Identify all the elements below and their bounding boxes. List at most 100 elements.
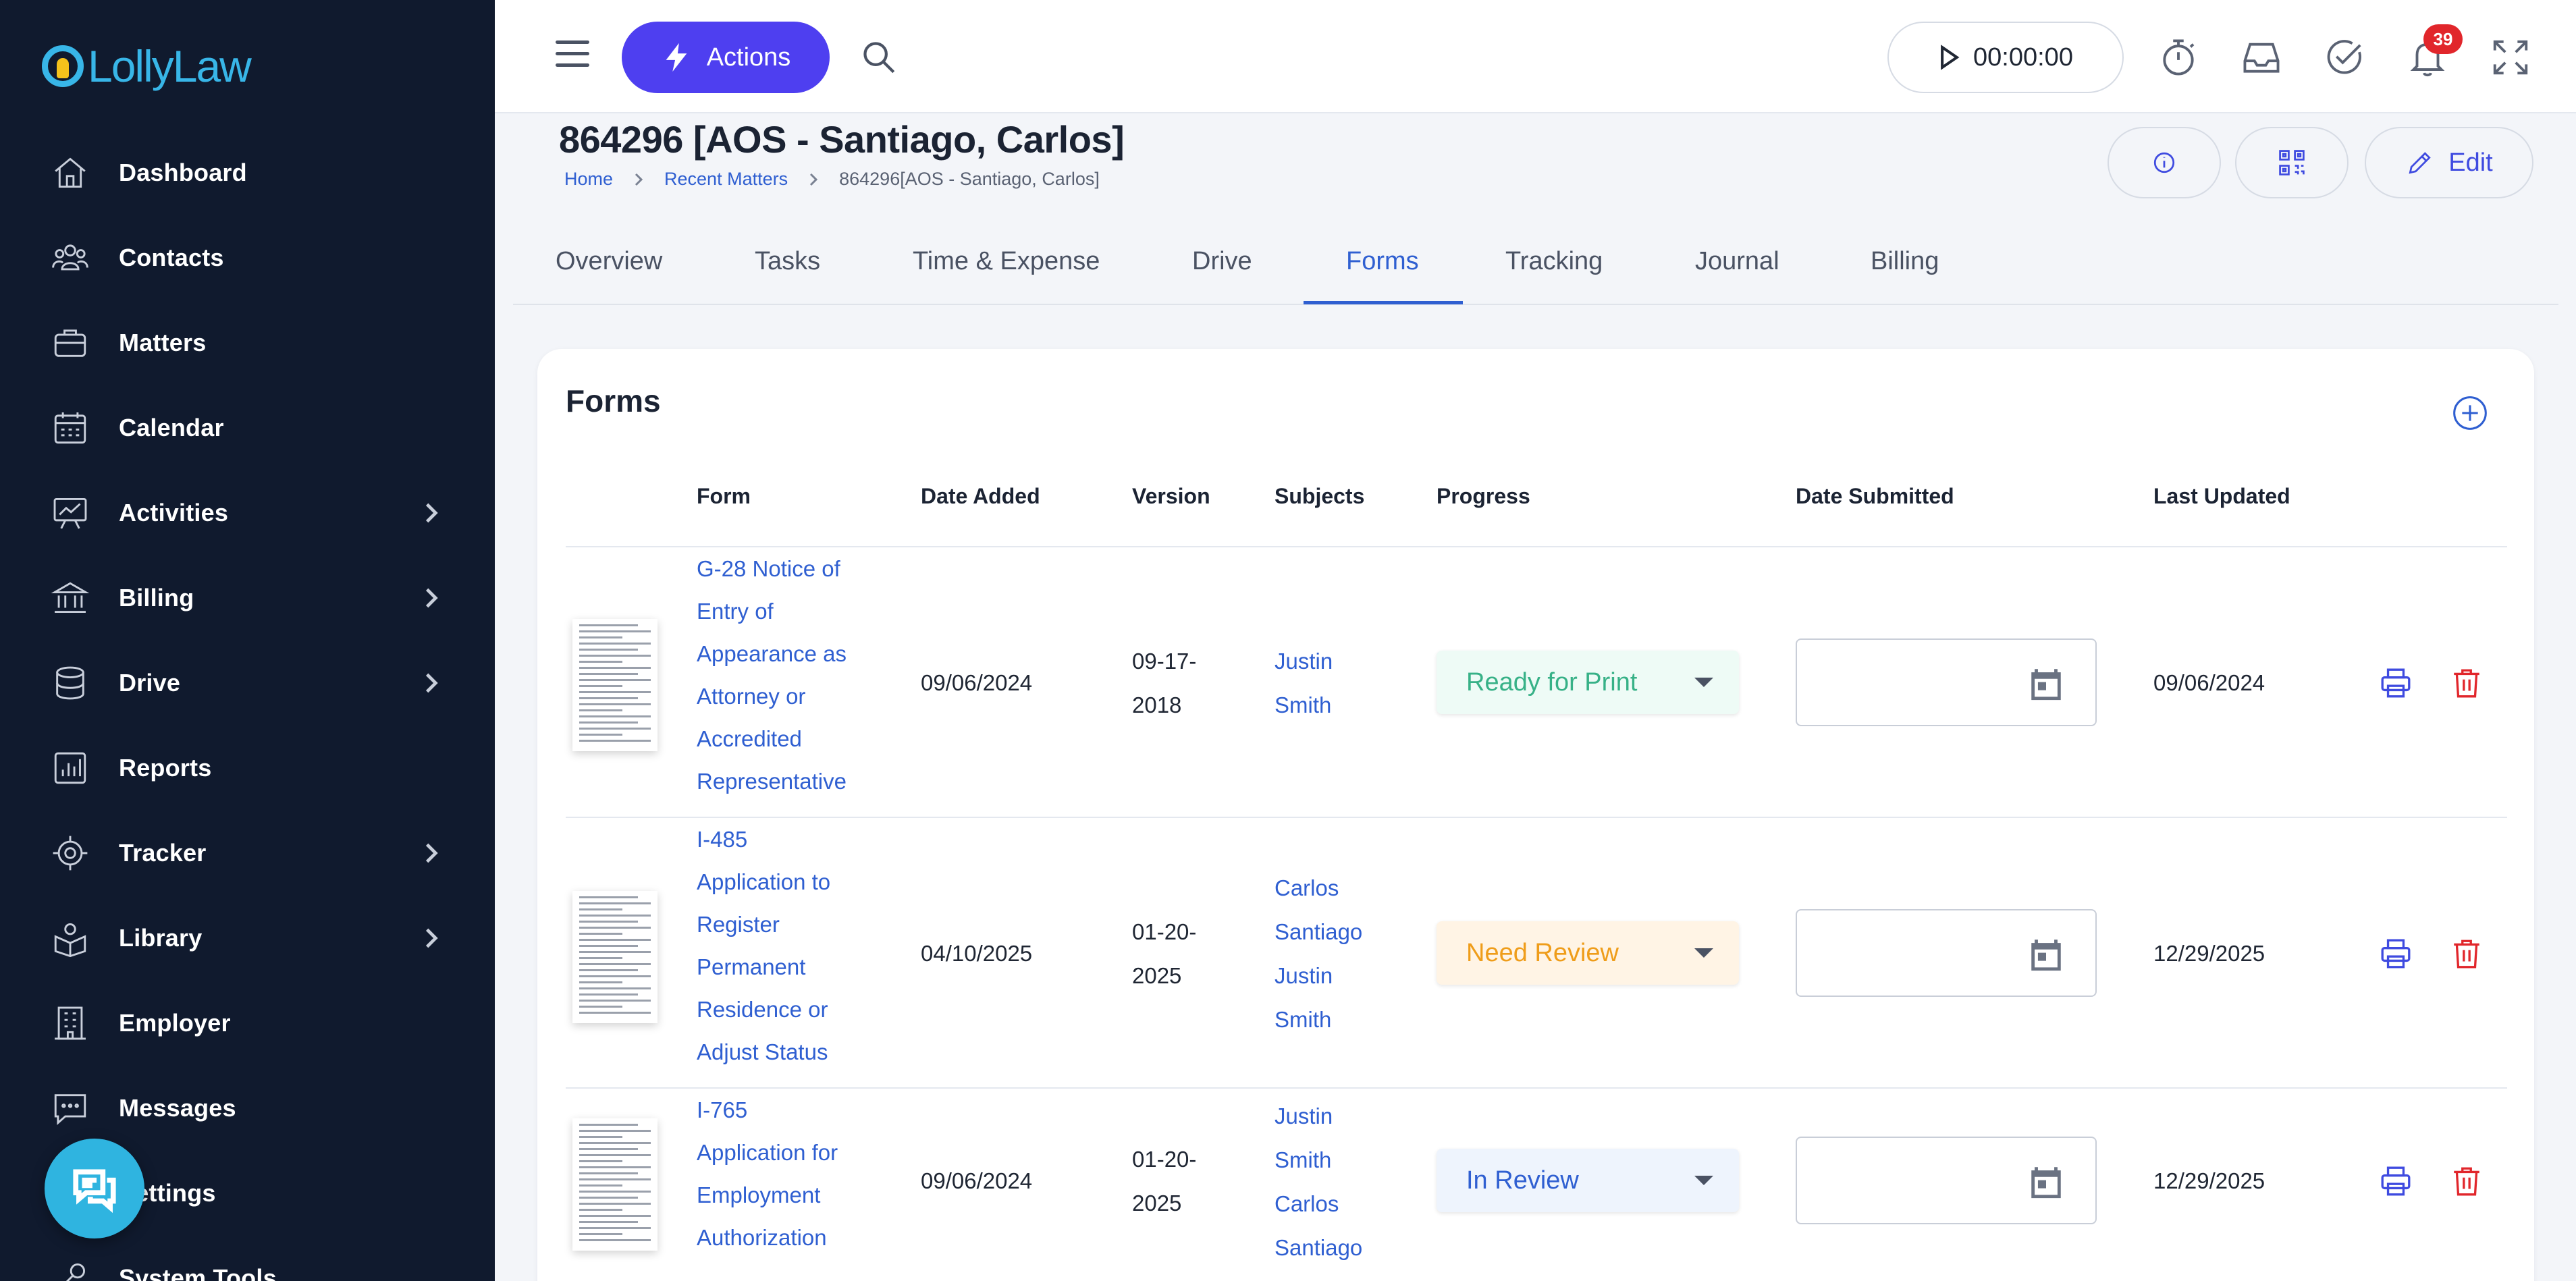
progress-select[interactable]: Need Review <box>1437 921 1739 985</box>
trash-icon[interactable] <box>2450 937 2484 971</box>
form-name-line: I-765 <box>697 1097 748 1122</box>
chevron-right-icon <box>419 925 444 951</box>
logo-text: LollyLaw <box>88 41 252 91</box>
version-line: 2025 <box>1132 963 1182 988</box>
edit-button-label: Edit <box>2448 148 2493 177</box>
trash-icon[interactable] <box>2450 666 2484 700</box>
column-header-date-added[interactable]: Date Added <box>921 484 1040 509</box>
subject-line: Justin <box>1274 649 1333 674</box>
calendar-icon[interactable] <box>2027 935 2066 974</box>
sidebar-item-employer[interactable]: Employer <box>0 981 495 1066</box>
column-header-subjects[interactable]: Subjects <box>1274 484 1364 509</box>
tab-journal[interactable]: Journal <box>1695 247 1779 276</box>
lollylaw-logo[interactable]: LollyLaw <box>42 39 252 93</box>
subject-line: Smith <box>1274 1147 1332 1172</box>
version: 01-20- 2025 <box>1132 910 1196 998</box>
target-icon <box>50 833 90 873</box>
date-submitted-input[interactable] <box>1796 1137 2097 1224</box>
library-icon <box>50 918 90 958</box>
progress-select[interactable]: In Review <box>1437 1149 1739 1212</box>
calendar-icon[interactable] <box>2027 664 2066 703</box>
sidebar-item-reports[interactable]: Reports <box>0 726 495 811</box>
tab-overview[interactable]: Overview <box>556 247 662 276</box>
menu-toggle-icon[interactable] <box>556 40 589 70</box>
sidebar-item-billing[interactable]: Billing <box>0 555 495 640</box>
chevron-right-icon <box>419 670 444 696</box>
print-icon[interactable] <box>2379 1164 2413 1198</box>
sidebar-item-system-tools[interactable]: System Tools <box>0 1236 495 1281</box>
info-button[interactable] <box>2108 127 2221 198</box>
form-thumbnail[interactable] <box>572 619 658 751</box>
stopwatch-icon[interactable] <box>2157 36 2199 78</box>
pencil-icon <box>2409 152 2431 174</box>
print-icon[interactable] <box>2379 666 2413 700</box>
subjects[interactable]: Justin Smith <box>1274 639 1410 727</box>
progress-value: Need Review <box>1466 938 1619 967</box>
add-form-icon[interactable] <box>2451 394 2489 432</box>
calendar-icon[interactable] <box>2027 1162 2066 1201</box>
subjects[interactable]: Justin Smith Carlos Santiago <box>1274 1094 1410 1270</box>
contacts-icon <box>50 238 90 278</box>
inbox-icon[interactable] <box>2240 36 2282 78</box>
progress-select[interactable]: Ready for Print <box>1437 651 1739 714</box>
chat-button[interactable] <box>45 1139 144 1238</box>
tab-forms[interactable]: Forms <box>1346 247 1419 276</box>
form-thumbnail[interactable] <box>572 891 658 1023</box>
sidebar-item-label: Activities <box>119 499 229 526</box>
search-icon[interactable] <box>859 38 898 77</box>
subject-line: Carlos <box>1274 875 1339 900</box>
qr-code-button[interactable] <box>2235 127 2349 198</box>
date-added: 09/06/2024 <box>921 1168 1033 1193</box>
tab-billing[interactable]: Billing <box>1871 247 1939 276</box>
trash-icon[interactable] <box>2450 1164 2484 1198</box>
forms-card: Forms Form Date Added Version Subjects P… <box>537 349 2534 1281</box>
subject-line: Justin <box>1274 1103 1333 1128</box>
sidebar-item-label: Dashboard <box>119 159 247 186</box>
column-header-last-updated[interactable]: Last Updated <box>2153 484 2290 509</box>
actions-button[interactable]: Actions <box>622 22 830 93</box>
form-name-line: Representative <box>697 769 847 794</box>
form-name-line: Permanent <box>697 954 806 979</box>
calendar-icon <box>50 408 90 448</box>
print-icon[interactable] <box>2379 937 2413 971</box>
date-submitted-input[interactable] <box>1796 638 2097 726</box>
check-circle-icon[interactable] <box>2324 36 2365 78</box>
breadcrumb-home[interactable]: Home <box>564 169 613 190</box>
column-header-date-submitted[interactable]: Date Submitted <box>1796 484 1954 509</box>
sidebar-item-messages[interactable]: Messages <box>0 1066 495 1151</box>
fullscreen-icon[interactable] <box>2490 36 2531 78</box>
tab-time-expense[interactable]: Time & Expense <box>913 247 1100 276</box>
active-tab-indicator <box>1304 301 1463 304</box>
last-updated: 09/06/2024 <box>2153 670 2265 695</box>
column-header-form[interactable]: Form <box>697 484 751 509</box>
breadcrumb-recent-matters[interactable]: Recent Matters <box>664 169 788 190</box>
column-header-progress[interactable]: Progress <box>1437 484 1530 509</box>
activities-icon <box>50 493 90 533</box>
form-name-line: Accredited <box>697 726 802 751</box>
sidebar-item-label: Tracker <box>119 839 207 867</box>
tab-tracking[interactable]: Tracking <box>1505 247 1603 276</box>
date-added: 09/06/2024 <box>921 670 1033 695</box>
sidebar-item-calendar[interactable]: Calendar <box>0 385 495 470</box>
form-thumbnail[interactable] <box>572 1118 658 1251</box>
date-submitted-input[interactable] <box>1796 909 2097 997</box>
sidebar-item-label: Reports <box>119 754 212 782</box>
tab-tasks[interactable]: Tasks <box>755 247 820 276</box>
sidebar-item-contacts[interactable]: Contacts <box>0 215 495 300</box>
form-name-link[interactable]: G-28 Notice of Entry of Appearance as At… <box>697 547 872 802</box>
subjects[interactable]: Carlos Santiago Justin Smith <box>1274 866 1410 1041</box>
timer-button[interactable]: 00:00:00 <box>1887 22 2124 93</box>
form-name-link[interactable]: I-485 Application to Register Permanent … <box>697 818 872 1073</box>
last-updated: 12/29/2025 <box>2153 941 2265 966</box>
sidebar-item-drive[interactable]: Drive <box>0 640 495 726</box>
edit-button[interactable]: Edit <box>2365 127 2533 198</box>
sidebar-item-matters[interactable]: Matters <box>0 300 495 385</box>
sidebar-item-activities[interactable]: Activities <box>0 470 495 555</box>
column-header-version[interactable]: Version <box>1132 484 1210 509</box>
sidebar-item-dashboard[interactable]: Dashboard <box>0 130 495 215</box>
subject-line: Santiago <box>1274 1235 1363 1260</box>
sidebar-item-library[interactable]: Library <box>0 896 495 981</box>
tab-drive[interactable]: Drive <box>1192 247 1252 276</box>
form-name-link[interactable]: I-765 Application for Employment Authori… <box>697 1089 872 1259</box>
sidebar-item-tracker[interactable]: Tracker <box>0 811 495 896</box>
